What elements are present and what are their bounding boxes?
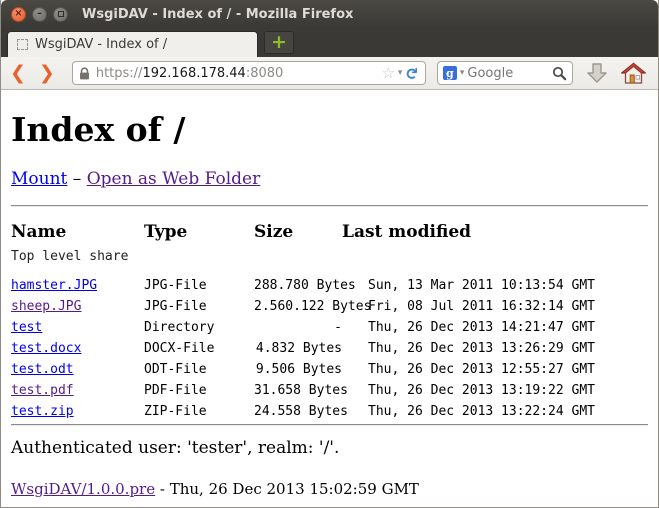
file-type: DOCX-File: [144, 338, 254, 359]
search-input[interactable]: [467, 66, 551, 81]
file-modified: Fri, 08 Jul 2011 16:32:14 GMT: [342, 296, 652, 317]
authenticated-user-line: Authenticated user: 'tester', realm: '/'…: [11, 438, 648, 458]
url-bar[interactable]: https://192.168.178.44:8080 ☆ ▾ ↻: [72, 61, 426, 85]
file-type: JPG-File: [144, 275, 254, 296]
tab-title: WsgiDAV - Index of /: [35, 37, 167, 52]
share-caption: Top level share: [11, 245, 652, 275]
window-title: WsgiDAV - Index of / - Mozilla Firefox: [82, 7, 353, 22]
file-type: JPG-File: [144, 296, 254, 317]
table-row: test.odt ODT-File 9.506 Bytes Thu, 26 De…: [11, 359, 652, 380]
file-link[interactable]: test.zip: [11, 404, 74, 419]
download-icon[interactable]: [586, 61, 608, 85]
browser-window: × – WsgiDAV - Index of / - Mozilla Firef…: [0, 0, 659, 508]
home-icon[interactable]: [621, 62, 646, 85]
window-titlebar: × – WsgiDAV - Index of / - Mozilla Firef…: [1, 0, 658, 28]
url-text: https://192.168.178.44:8080: [96, 66, 378, 81]
file-modified: Sun, 13 Mar 2011 10:13:54 GMT: [342, 275, 652, 296]
window-maximize-button[interactable]: [53, 7, 68, 22]
divider-top: [11, 205, 648, 207]
forward-button[interactable]: ❯: [39, 64, 55, 83]
column-header-type: Type: [144, 219, 254, 245]
table-row: test.docx DOCX-File 4.832 Bytes Thu, 26 …: [11, 338, 652, 359]
table-row: test Directory - Thu, 26 Dec 2013 14:21:…: [11, 317, 652, 338]
back-button[interactable]: ❮: [10, 64, 26, 83]
file-modified: Thu, 26 Dec 2013 13:26:29 GMT: [342, 338, 652, 359]
reload-icon[interactable]: ↻: [403, 66, 422, 79]
lock-icon: [79, 67, 90, 80]
maximize-icon: [58, 11, 64, 17]
file-link[interactable]: test.odt: [11, 362, 74, 377]
column-header-name: Name: [11, 219, 144, 245]
file-size: 4.832 Bytes: [254, 338, 342, 359]
file-link[interactable]: hamster.JPG: [11, 278, 97, 293]
file-modified: Thu, 26 Dec 2013 12:55:27 GMT: [342, 359, 652, 380]
file-modified: Thu, 26 Dec 2013 14:21:47 GMT: [342, 317, 652, 338]
magnifier-icon[interactable]: [552, 66, 567, 81]
window-minimize-button[interactable]: –: [32, 7, 47, 22]
search-engine-dropdown-icon[interactable]: ▾: [460, 68, 465, 78]
file-listing-table: Name Type Size Last modified Top level s…: [11, 219, 652, 422]
column-header-size: Size: [254, 219, 342, 245]
page-content: Index of / Mount – Open as Web Folder Na…: [1, 90, 658, 508]
new-tab-button[interactable]: +: [264, 31, 294, 54]
share-caption-row: Top level share: [11, 245, 652, 275]
navigation-toolbar: ❮ ❯ https://192.168.178.44:8080 ☆ ▾ ↻ g …: [1, 57, 658, 90]
url-scheme: https://: [96, 66, 143, 81]
table-header-row: Name Type Size Last modified: [11, 219, 652, 245]
search-engine-icon[interactable]: g: [443, 66, 457, 80]
file-type: Directory: [144, 317, 254, 338]
tab-bar: WsgiDAV - Index of / +: [1, 28, 658, 57]
table-row: test.zip ZIP-File 24.558 Bytes Thu, 26 D…: [11, 401, 652, 422]
file-size: 9.506 Bytes: [254, 359, 342, 380]
url-host: 192.168.178.44: [142, 66, 245, 81]
wsgidav-version-link[interactable]: WsgiDAV/1.0.0.pre: [11, 480, 155, 498]
file-link[interactable]: test.docx: [11, 341, 81, 356]
file-type: ODT-File: [144, 359, 254, 380]
file-modified: Thu, 26 Dec 2013 13:22:24 GMT: [342, 401, 652, 422]
file-size: 288.780 Bytes: [254, 275, 342, 296]
tab-active[interactable]: WsgiDAV - Index of /: [7, 31, 258, 57]
search-box[interactable]: g ▾: [437, 61, 573, 85]
version-timestamp: - Thu, 26 Dec 2013 15:02:59 GMT: [155, 480, 419, 498]
column-header-modified: Last modified: [342, 219, 652, 245]
link-separator: –: [73, 169, 82, 189]
file-size: 2.560.122 Bytes: [254, 296, 342, 317]
open-as-web-folder-link[interactable]: Open as Web Folder: [87, 169, 261, 189]
file-type: ZIP-File: [144, 401, 254, 422]
divider-bottom: [11, 424, 648, 426]
file-type: PDF-File: [144, 380, 254, 401]
window-close-button[interactable]: ×: [11, 7, 26, 22]
file-size: -: [254, 317, 342, 338]
table-row: sheep.JPG JPG-File 2.560.122 Bytes Fri, …: [11, 296, 652, 317]
url-port: :8080: [246, 66, 283, 81]
page-nav-links: Mount – Open as Web Folder: [11, 169, 648, 189]
page-title: Index of /: [11, 111, 648, 149]
file-size: 24.558 Bytes: [254, 401, 342, 422]
bookmark-star-icon[interactable]: ☆: [381, 64, 394, 82]
file-link[interactable]: test.pdf: [11, 383, 74, 398]
file-link[interactable]: test: [11, 320, 42, 335]
file-modified: Thu, 26 Dec 2013 13:19:22 GMT: [342, 380, 652, 401]
file-link[interactable]: sheep.JPG: [11, 299, 81, 314]
mount-link[interactable]: Mount: [11, 169, 67, 189]
favicon-placeholder-icon: [17, 39, 28, 50]
file-size: 31.658 Bytes: [254, 380, 342, 401]
table-row: test.pdf PDF-File 31.658 Bytes Thu, 26 D…: [11, 380, 652, 401]
table-row: hamster.JPG JPG-File 288.780 Bytes Sun, …: [11, 275, 652, 296]
server-version-line: WsgiDAV/1.0.0.pre - Thu, 26 Dec 2013 15:…: [11, 480, 648, 498]
